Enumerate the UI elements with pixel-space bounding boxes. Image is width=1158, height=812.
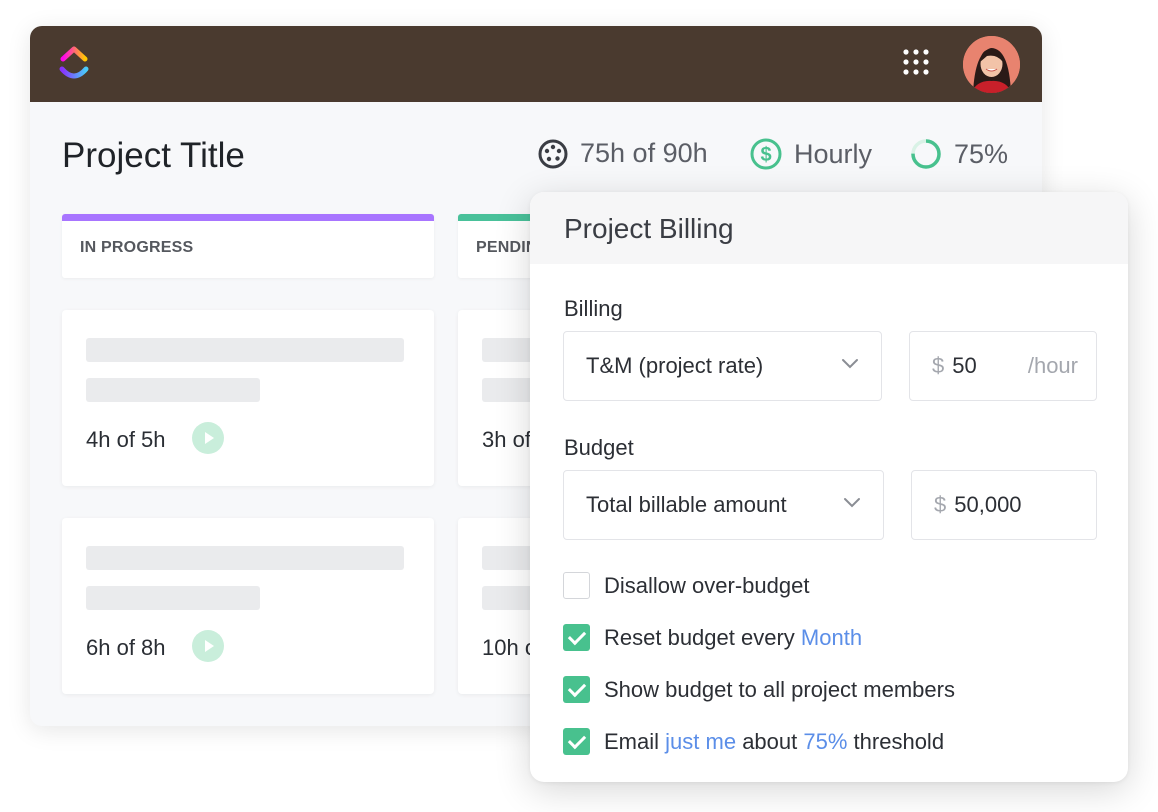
task-time: 4h of 5h xyxy=(86,427,166,452)
time-tracked-stat[interactable]: 75h of 90h xyxy=(538,138,708,169)
top-bar xyxy=(30,26,1042,102)
rate-value: 50 xyxy=(952,353,977,378)
task-card[interactable]: 6h of 8h xyxy=(62,518,434,694)
svg-text:$: $ xyxy=(760,144,771,166)
column-label: IN PROGRESS xyxy=(80,239,194,256)
disallow-over-budget-option: Disallow over-budget xyxy=(563,572,809,599)
page-title: Project Title xyxy=(62,136,245,175)
text-placeholder xyxy=(86,338,404,362)
time-tracked-value: 75h of 90h xyxy=(580,138,708,168)
option-label: threshold xyxy=(853,728,945,754)
budget-label: Budget xyxy=(564,435,634,460)
text-placeholder xyxy=(86,546,404,570)
billing-label: Billing xyxy=(564,296,623,321)
user-avatar[interactable] xyxy=(963,36,1020,93)
option-label: Disallow over-budget xyxy=(604,572,810,598)
show-budget-checkbox[interactable] xyxy=(563,676,590,703)
budget-amount-input[interactable]: $ 50,000 xyxy=(911,470,1097,540)
rate-unit: /hour xyxy=(1027,353,1078,378)
text-placeholder xyxy=(86,378,260,402)
rate-currency: $ xyxy=(932,353,945,378)
apps-grid-icon[interactable] xyxy=(902,48,930,76)
billing-type-value: T&M (project rate) xyxy=(586,353,764,378)
billing-rate-value: Hourly xyxy=(794,138,873,169)
progress-ring-icon xyxy=(911,139,941,169)
hourly-rate-input[interactable]: $ 50 /hour xyxy=(909,331,1097,401)
budget-progress-value: 75% xyxy=(954,138,1009,169)
budget-type-value: Total billable amount xyxy=(586,492,787,517)
project-billing-popup: Project Billing Billing T&M (project rat… xyxy=(530,192,1128,782)
option-label: Show budget to all project members xyxy=(604,676,955,702)
dollar-circle-icon: $ xyxy=(750,138,782,170)
chevron-down-icon xyxy=(842,359,858,369)
chevron-down-icon xyxy=(844,498,860,508)
reset-budget-checkbox[interactable] xyxy=(563,624,590,651)
email-threshold-checkbox[interactable] xyxy=(563,728,590,755)
billing-type-select[interactable]: T&M (project rate) xyxy=(563,331,882,401)
email-threshold-option: Email just me about 75% threshold xyxy=(563,728,944,755)
billing-rate-stat[interactable]: $ Hourly xyxy=(750,138,872,170)
reset-budget-option: Reset budget every Month xyxy=(563,624,862,651)
threshold-percent-link[interactable]: 75% xyxy=(803,729,847,755)
task-time: 6h of 8h xyxy=(86,635,166,660)
show-budget-option: Show budget to all project members xyxy=(563,676,955,703)
popup-title: Project Billing xyxy=(564,213,734,244)
option-label: Reset budget every xyxy=(604,624,795,650)
column-in-progress[interactable]: IN PROGRESS xyxy=(62,214,434,278)
option-label: Email xyxy=(604,728,660,754)
clickup-logo-icon[interactable] xyxy=(58,43,90,83)
budget-value: 50,000 xyxy=(954,492,1022,517)
play-timer-icon[interactable] xyxy=(192,422,224,454)
email-recipient-link[interactable]: just me xyxy=(665,729,736,755)
budget-type-select[interactable]: Total billable amount xyxy=(563,470,884,540)
play-timer-icon[interactable] xyxy=(192,630,224,662)
column-color-bar xyxy=(62,214,434,221)
disallow-over-budget-checkbox[interactable] xyxy=(563,572,590,599)
budget-currency: $ xyxy=(934,492,947,517)
avatar-portrait-icon xyxy=(963,36,1020,93)
reset-period-link[interactable]: Month xyxy=(801,625,862,651)
text-placeholder xyxy=(86,586,260,610)
popup-header: Project Billing xyxy=(530,192,1128,264)
budget-progress-stat[interactable]: 75% xyxy=(910,138,1008,170)
task-card[interactable]: 4h of 5h xyxy=(62,310,434,486)
time-dial-icon xyxy=(538,139,568,168)
option-label: about xyxy=(742,728,798,754)
